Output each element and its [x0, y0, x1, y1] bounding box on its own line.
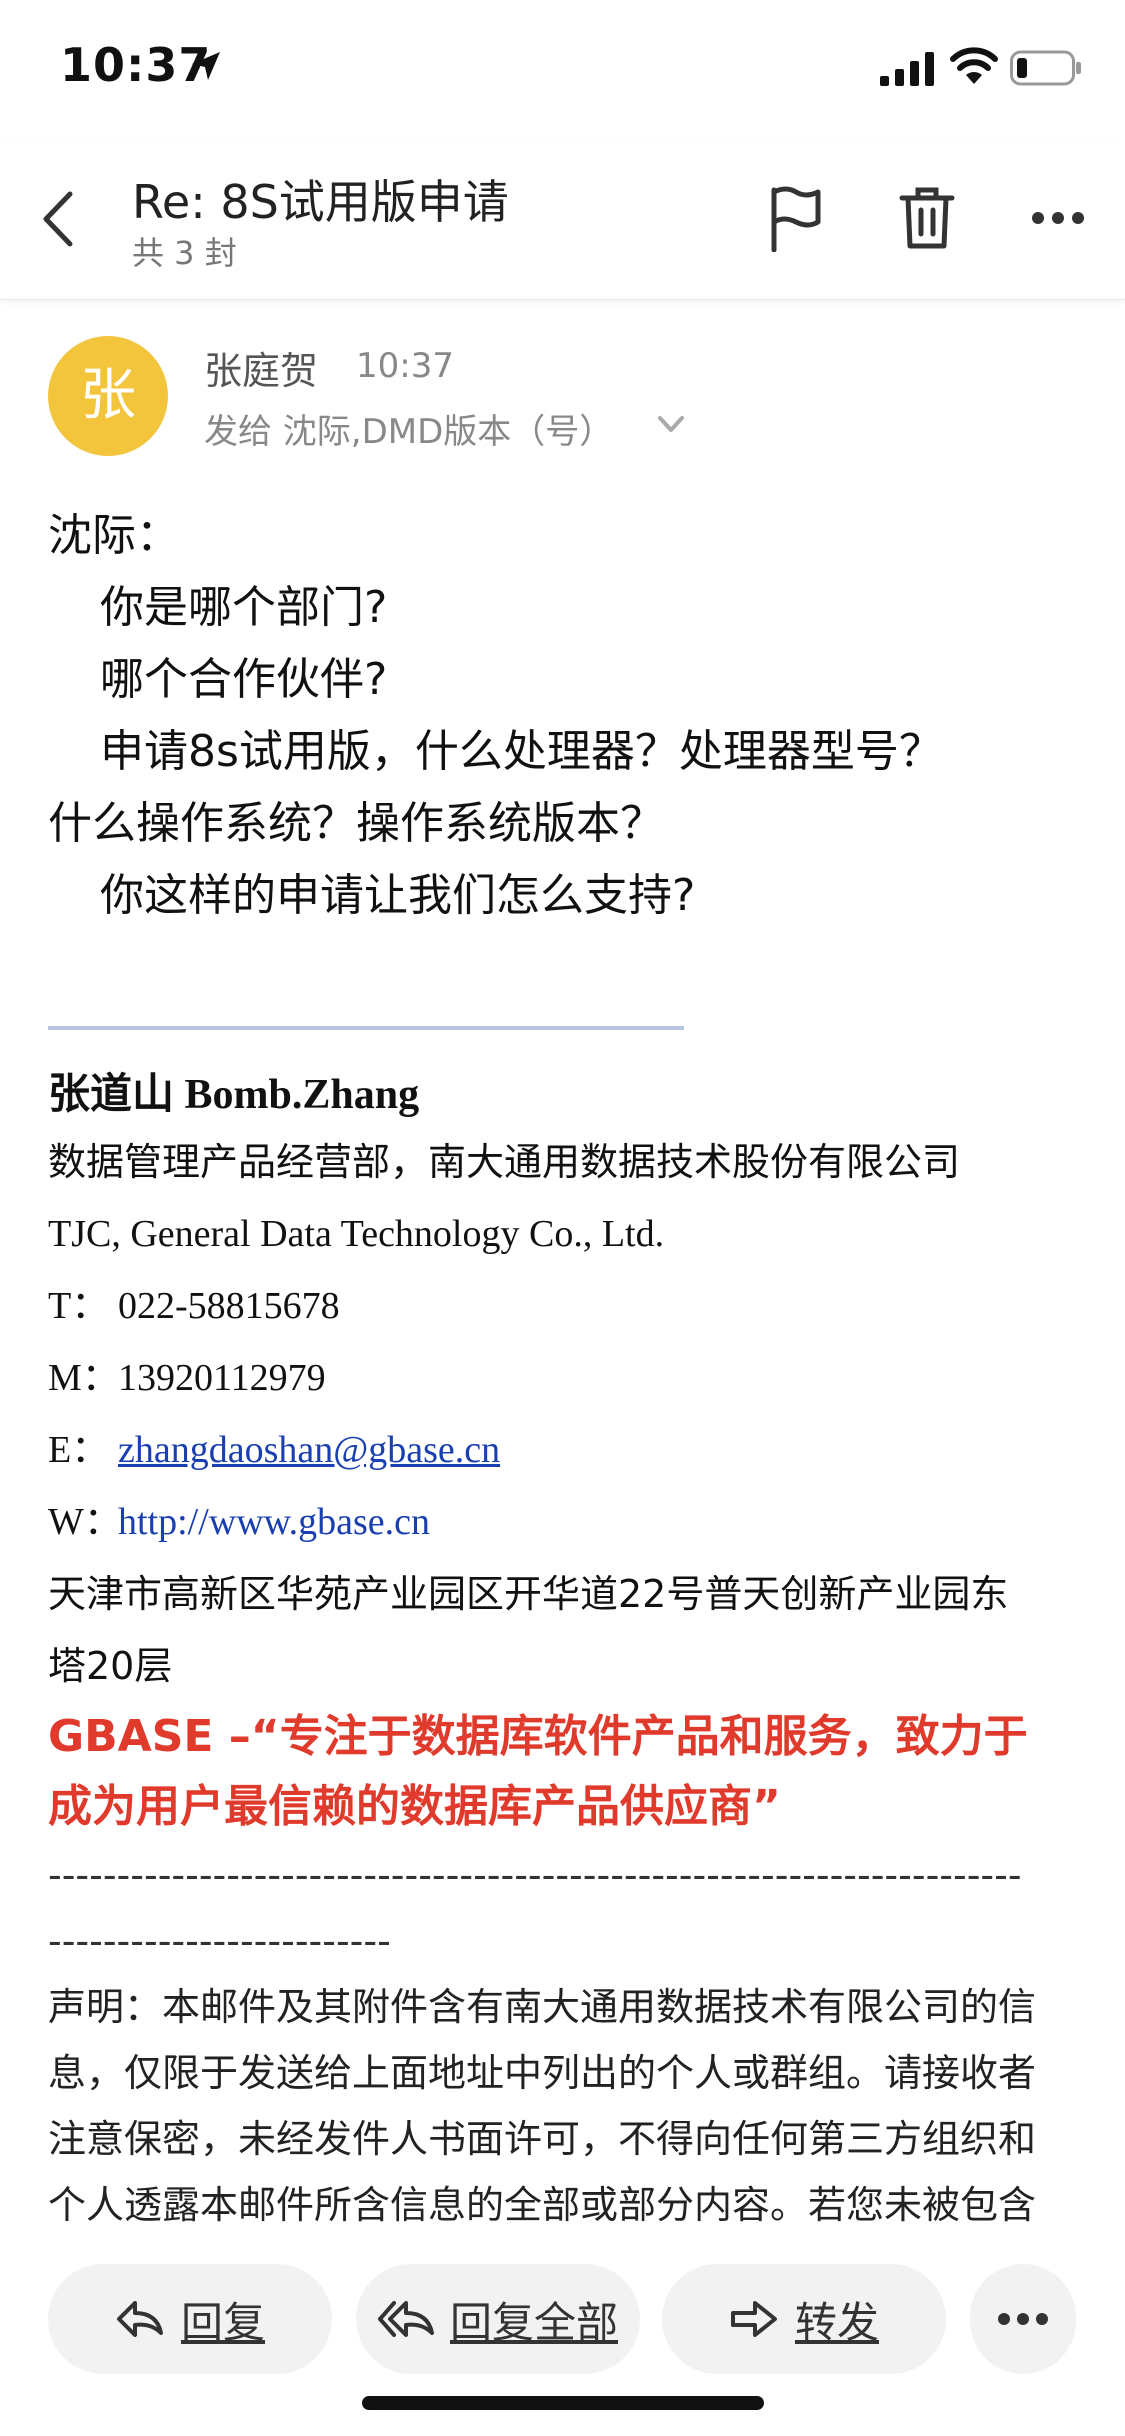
flag-icon[interactable]: [766, 184, 822, 252]
sender-avatar[interactable]: 张: [48, 336, 168, 456]
reply-all-icon: [377, 2301, 434, 2337]
mail-header: Re: 8S试用版申请 共 3 封: [0, 140, 1125, 300]
signature-address-line: 塔20层: [48, 1644, 173, 1688]
signature-email: E： zhangdaoshan@gbase.cn: [48, 1414, 1088, 1486]
phone-label: T：: [48, 1285, 110, 1327]
recipients[interactable]: 发给 沈际,DMD版本（号）: [204, 404, 613, 453]
more-options-icon[interactable]: [1030, 204, 1086, 232]
body-line: 沈际：: [48, 510, 180, 561]
body-line: 申请8s试用版，什么处理器？处理器型号？: [100, 726, 943, 777]
signature-company-en: TJC, General Data Technology Co., Ltd.: [48, 1213, 665, 1255]
disclaimer-line: 息，仅限于发送给上面地址中列出的个人或群组。请接收者: [48, 2051, 1037, 2095]
thread-count: 共 3 封: [132, 234, 237, 272]
phone-value[interactable]: 022-58815678: [118, 1285, 340, 1327]
wifi-icon: [950, 47, 998, 84]
disclaimer-line: 注意保密，未经发件人书面许可，不得向任何第三方组织和: [48, 2117, 1037, 2161]
trash-icon[interactable]: [898, 184, 956, 252]
mobile-value[interactable]: 13920112979: [118, 1357, 326, 1399]
signature-divider: [48, 1026, 684, 1030]
email-link[interactable]: zhangdaoshan@gbase.cn: [118, 1429, 500, 1471]
website-link[interactable]: http://www.gbase.cn: [118, 1501, 430, 1543]
body-line: 哪个合作伙伴?: [100, 654, 388, 705]
disclaimer-line: 声明：本邮件及其附件含有南大通用数据技术有限公司的信: [48, 1985, 1037, 2029]
signature-mobile: M：13920112979: [48, 1342, 1088, 1414]
status-bar: 10:37: [0, 0, 1125, 140]
expand-recipients-chevron-icon[interactable]: [656, 414, 686, 436]
message-body: 沈际： 你是哪个部门? 哪个合作伙伴? 申请8s试用版，什么处理器？处理器型号？…: [48, 500, 1088, 932]
reply-icon: [116, 2301, 163, 2337]
signature-dept: 数据管理产品经营部，南大通用数据技术股份有限公司: [48, 1140, 961, 1184]
email-signature: 张道山 Bomb.Zhang 数据管理产品经营部，南大通用数据技术股份有限公司 …: [48, 1064, 1088, 2252]
more-dots-icon: [998, 2313, 1048, 2325]
disclaimer: 声明：本邮件及其附件含有南大通用数据技术有限公司的信 息，仅限于发送给上面地址中…: [48, 1974, 1088, 2252]
dashed-separator: -------------------------: [48, 1919, 391, 1963]
forward-button[interactable]: 转发: [662, 2264, 946, 2374]
location-arrow-icon: [192, 52, 220, 80]
email-label: E：: [48, 1429, 110, 1471]
more-actions-button[interactable]: [970, 2264, 1076, 2374]
signature-address-line: 天津市高新区华苑产业园区开华道22号普天创新产业园东: [48, 1572, 1009, 1616]
body-line: 什么操作系统？操作系统版本？: [48, 798, 664, 849]
website-label: W：: [48, 1501, 122, 1543]
reply-label: 回复: [180, 2297, 265, 2347]
dashed-separator: ----------------------------------------…: [48, 1853, 1022, 1897]
body-line: 你是哪个部门?: [100, 582, 388, 633]
reply-all-button[interactable]: 回复全部: [356, 2264, 640, 2374]
battery-icon: [1010, 50, 1081, 86]
body-line: 你这样的申请让我们怎么支持?: [100, 870, 696, 921]
signature-name: 张道山 Bomb.Zhang: [48, 1072, 420, 1118]
cellular-signal-icon: [880, 52, 934, 86]
signature-phone: T： 022-58815678: [48, 1270, 1088, 1342]
status-time: 10:37: [60, 38, 212, 92]
home-indicator[interactable]: [362, 2396, 764, 2410]
forward-label: 转发: [794, 2297, 879, 2347]
reply-button[interactable]: 回复: [48, 2264, 332, 2374]
sender-name[interactable]: 张庭贺: [204, 340, 318, 395]
sent-time: 10:37: [356, 346, 454, 386]
signature-website: W：http://www.gbase.cn: [48, 1486, 1088, 1558]
back-chevron-icon[interactable]: [36, 184, 80, 254]
signature-slogan-line: GBASE –“专注于数据库软件产品和服务，致力于: [48, 1711, 1028, 1762]
mobile-label: M：: [48, 1357, 120, 1399]
reply-all-label: 回复全部: [449, 2297, 618, 2347]
forward-arrow-icon: [730, 2301, 777, 2337]
signature-slogan-line: 成为用户最信赖的数据库产品供应商”: [48, 1781, 781, 1832]
thread-title: Re: 8S试用版申请: [132, 175, 509, 229]
